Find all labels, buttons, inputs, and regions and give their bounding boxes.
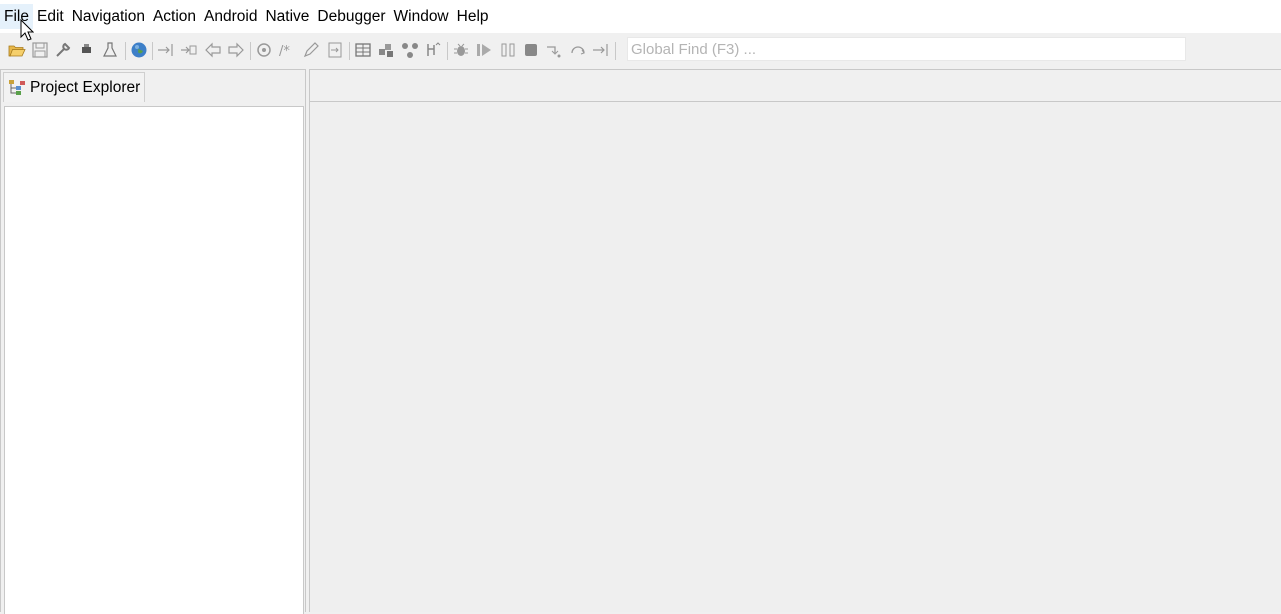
toolbar-separator [615, 42, 616, 60]
comment-icon[interactable]: /* [277, 40, 297, 60]
wrench-icon[interactable] [53, 40, 73, 60]
menu-window[interactable]: Window [390, 4, 453, 29]
table-icon[interactable] [353, 40, 373, 60]
menu-native[interactable]: Native [261, 4, 313, 29]
hierarchy-icon[interactable] [423, 40, 443, 60]
flask-icon[interactable] [100, 40, 120, 60]
debug-bug-icon[interactable] [451, 40, 471, 60]
back-arrow-icon[interactable] [203, 40, 223, 60]
project-explorer-icon [7, 78, 27, 98]
graph-icon[interactable] [400, 40, 420, 60]
menu-bar: File Edit Navigation Action Android Nati… [0, 0, 1281, 33]
mouse-cursor-icon [20, 19, 34, 41]
pencil-icon[interactable] [301, 40, 321, 60]
project-explorer-panel: Project Explorer [0, 69, 306, 614]
run-icon[interactable] [474, 40, 494, 60]
toolbar: /* [0, 33, 1281, 69]
menu-help[interactable]: Help [453, 4, 493, 29]
forward-arrow-icon[interactable] [226, 40, 246, 60]
toolbar-separator [349, 42, 350, 60]
open-folder-icon[interactable] [7, 40, 27, 60]
menu-debugger[interactable]: Debugger [313, 4, 389, 29]
decompile-icon[interactable] [254, 40, 274, 60]
globe-icon[interactable] [129, 40, 149, 60]
tab-project-explorer[interactable]: Project Explorer [3, 72, 145, 102]
step-over-icon[interactable] [544, 40, 564, 60]
toolbar-separator [125, 42, 126, 60]
run-to-line-icon[interactable] [591, 40, 611, 60]
toolbar-separator [250, 42, 251, 60]
editor-tab-bar [310, 70, 1281, 102]
svg-text:/*: /* [279, 44, 290, 59]
jump-icon[interactable] [325, 40, 345, 60]
menu-action[interactable]: Action [149, 4, 200, 29]
pause-icon[interactable] [498, 40, 518, 60]
stop-icon[interactable] [521, 40, 541, 60]
menu-edit[interactable]: Edit [33, 4, 68, 29]
menu-navigation[interactable]: Navigation [68, 4, 149, 29]
stamp-icon[interactable] [77, 40, 97, 60]
project-explorer-tree[interactable] [4, 106, 304, 614]
tab-project-explorer-label: Project Explorer [30, 78, 141, 96]
blocks-icon[interactable] [376, 40, 396, 60]
step-into-icon[interactable] [179, 40, 199, 60]
menu-android[interactable]: Android [200, 4, 261, 29]
toolbar-separator [152, 42, 153, 60]
step-in-icon[interactable] [156, 40, 176, 60]
global-find-input[interactable] [627, 37, 1186, 61]
editor-area [309, 69, 1281, 612]
step-return-icon[interactable] [568, 40, 588, 60]
toolbar-separator [447, 42, 448, 60]
save-icon[interactable] [30, 40, 50, 60]
